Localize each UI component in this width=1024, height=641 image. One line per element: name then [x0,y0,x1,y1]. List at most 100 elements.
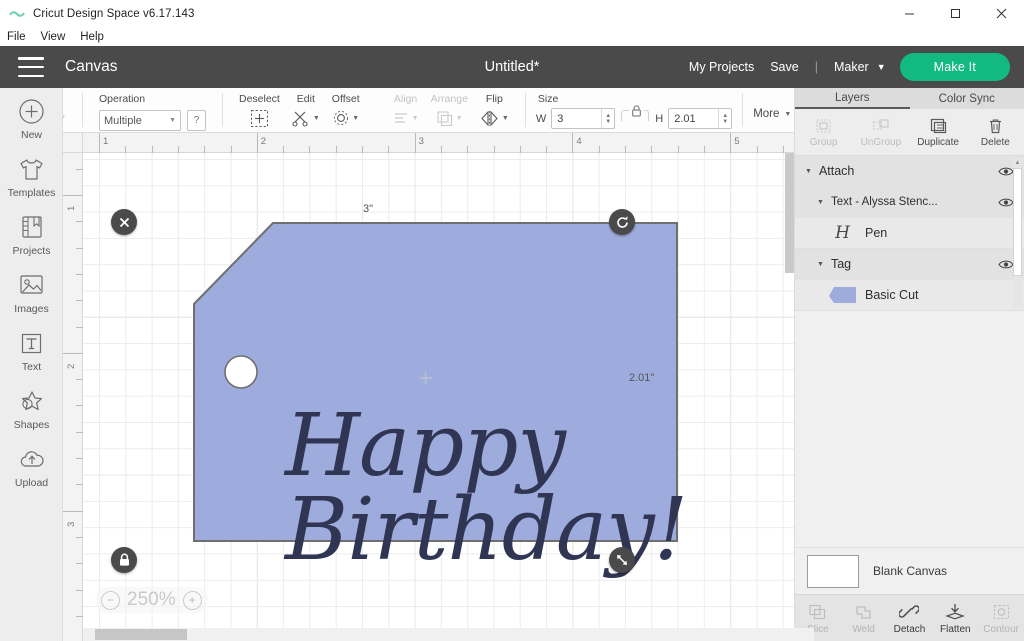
align-button[interactable]: Align ▼ [387,88,425,128]
deselect-button[interactable]: Deselect [233,88,286,128]
visibility-eye-icon[interactable] [998,197,1014,208]
chevron-down-icon[interactable]: ▼ [817,261,824,268]
cricut-logo-icon [9,8,25,20]
tag-shape[interactable] [193,222,678,542]
toolbar-divider [376,93,377,127]
flatten-button[interactable]: Flatten [932,595,978,641]
slice-icon [808,602,827,622]
operation-dropdown[interactable]: Multiple ▼ [99,110,181,131]
visibility-eye-icon[interactable] [998,166,1014,177]
ruler-minor-tick [178,146,179,153]
toolbar-divider [525,93,526,127]
scroll-up-arrow-icon[interactable]: ▲ [1013,158,1022,168]
zoom-out-button[interactable]: − [101,591,120,610]
horizontal-scroll-thumb[interactable] [95,629,187,640]
layer-row-attach[interactable]: ▼ Attach [795,156,1024,187]
offset-button[interactable]: Offset ▼ [326,88,366,128]
menu-view[interactable]: View [41,31,66,43]
maximize-button[interactable] [932,0,978,28]
edit-button[interactable]: Edit ▼ [286,88,326,128]
delete-button[interactable]: Delete [967,109,1024,155]
group-button[interactable]: Group [795,109,852,155]
flip-button[interactable]: Flip ▼ [474,88,515,128]
blank-canvas-swatch[interactable] [807,555,859,588]
height-input[interactable]: 2.01 ▲▼ [668,108,732,129]
ruler-minor-tick [336,146,337,153]
save-button[interactable]: Save [770,60,799,74]
layer-row-pen[interactable]: H Pen [795,218,1024,249]
operation-value: Multiple [104,115,169,127]
menu-bar: File View Help [0,28,1024,46]
flatten-icon [945,602,965,622]
width-input[interactable]: 3 ▲▼ [551,108,615,129]
contour-button[interactable]: Contour [978,595,1024,641]
chevron-down-icon[interactable]: ▼ [817,199,824,206]
close-button[interactable] [978,0,1024,28]
window-controls [886,0,1024,28]
sidebar-item-projects[interactable]: Projects [0,212,63,257]
sidebar-item-images[interactable]: Images [0,270,63,315]
layers-scrollbar[interactable]: ▲ [1013,158,1022,308]
weld-button[interactable]: Weld [841,595,887,641]
layer-row-basic-cut[interactable]: Basic Cut [795,280,1024,311]
more-label: More [753,108,779,120]
ruler-minor-tick [125,146,126,153]
tab-layers[interactable]: Layers [795,88,910,109]
canvas-swatch-row[interactable]: Blank Canvas [795,547,1024,594]
tab-color-sync[interactable]: Color Sync [910,88,1024,109]
lock-icon[interactable] [629,104,644,122]
ruler-label: 3 [419,136,424,147]
delete-handle[interactable] [111,209,137,235]
menu-file[interactable]: File [7,31,26,43]
make-it-button[interactable]: Make It [900,53,1010,81]
menu-help[interactable]: Help [80,31,104,43]
vertical-scrollbar[interactable] [785,153,794,273]
height-stepper[interactable]: ▲▼ [718,109,731,128]
ruler-minor-tick [76,274,83,275]
duplicate-button[interactable]: Duplicate [910,109,967,155]
ruler-label: 2 [66,364,77,369]
rotate-handle[interactable] [609,209,635,235]
ungroup-button[interactable]: UnGroup [852,109,909,155]
arrange-button[interactable]: Arrange ▼ [425,88,474,128]
group-icon [814,116,833,135]
operation-help-button[interactable]: ? [187,110,206,131]
zoom-in-button[interactable]: + [183,591,202,610]
horizontal-scrollbar[interactable] [83,628,814,641]
group-label: Group [810,137,838,148]
machine-selector[interactable]: Maker ▼ [834,60,886,74]
ruler-minor-tick [783,146,784,153]
width-value: 3 [552,113,601,125]
visibility-eye-icon[interactable] [998,259,1014,270]
layer-row-text[interactable]: ▼ Text - Alyssa Stenc... [795,187,1024,218]
sidebar-item-new[interactable]: New [0,96,63,141]
ruler-label: 1 [66,206,77,211]
ruler-minor-tick [76,590,83,591]
ruler-minor-tick [309,146,310,153]
layer-color-swatch[interactable] [829,287,856,303]
ruler-minor-tick [704,146,705,153]
hamburger-menu-icon[interactable] [18,57,44,77]
width-label: W [536,113,546,125]
sidebar-item-text[interactable]: Text [0,328,63,373]
flatten-label: Flatten [940,624,971,635]
lock-aspect-handle[interactable] [111,547,137,573]
more-button[interactable]: More ▼ [753,88,791,120]
sidebar-item-upload[interactable]: Upload [0,444,63,489]
chevron-down-icon[interactable]: ▼ [805,168,812,175]
ruler-minor-tick [76,327,83,328]
ruler-minor-tick [441,146,442,153]
blank-canvas-label: Blank Canvas [873,564,947,578]
sidebar-item-shapes[interactable]: Shapes [0,386,63,431]
sidebar-label-templates: Templates [8,187,56,199]
resize-handle[interactable] [609,547,635,573]
width-stepper[interactable]: ▲▼ [601,109,614,128]
layer-row-tag[interactable]: ▼ Tag [795,249,1024,280]
detach-button[interactable]: Detach [887,595,933,641]
my-projects-link[interactable]: My Projects [689,60,754,74]
sidebar-item-templates[interactable]: Templates [0,154,63,199]
minimize-button[interactable] [886,0,932,28]
canvas-area[interactable]: Happy Birthday! + 3" 2.01" 12345 123 [63,133,794,641]
layers-scroll-thumb[interactable] [1013,168,1022,276]
operation-control: Operation Multiple ▼ ? [93,88,212,131]
